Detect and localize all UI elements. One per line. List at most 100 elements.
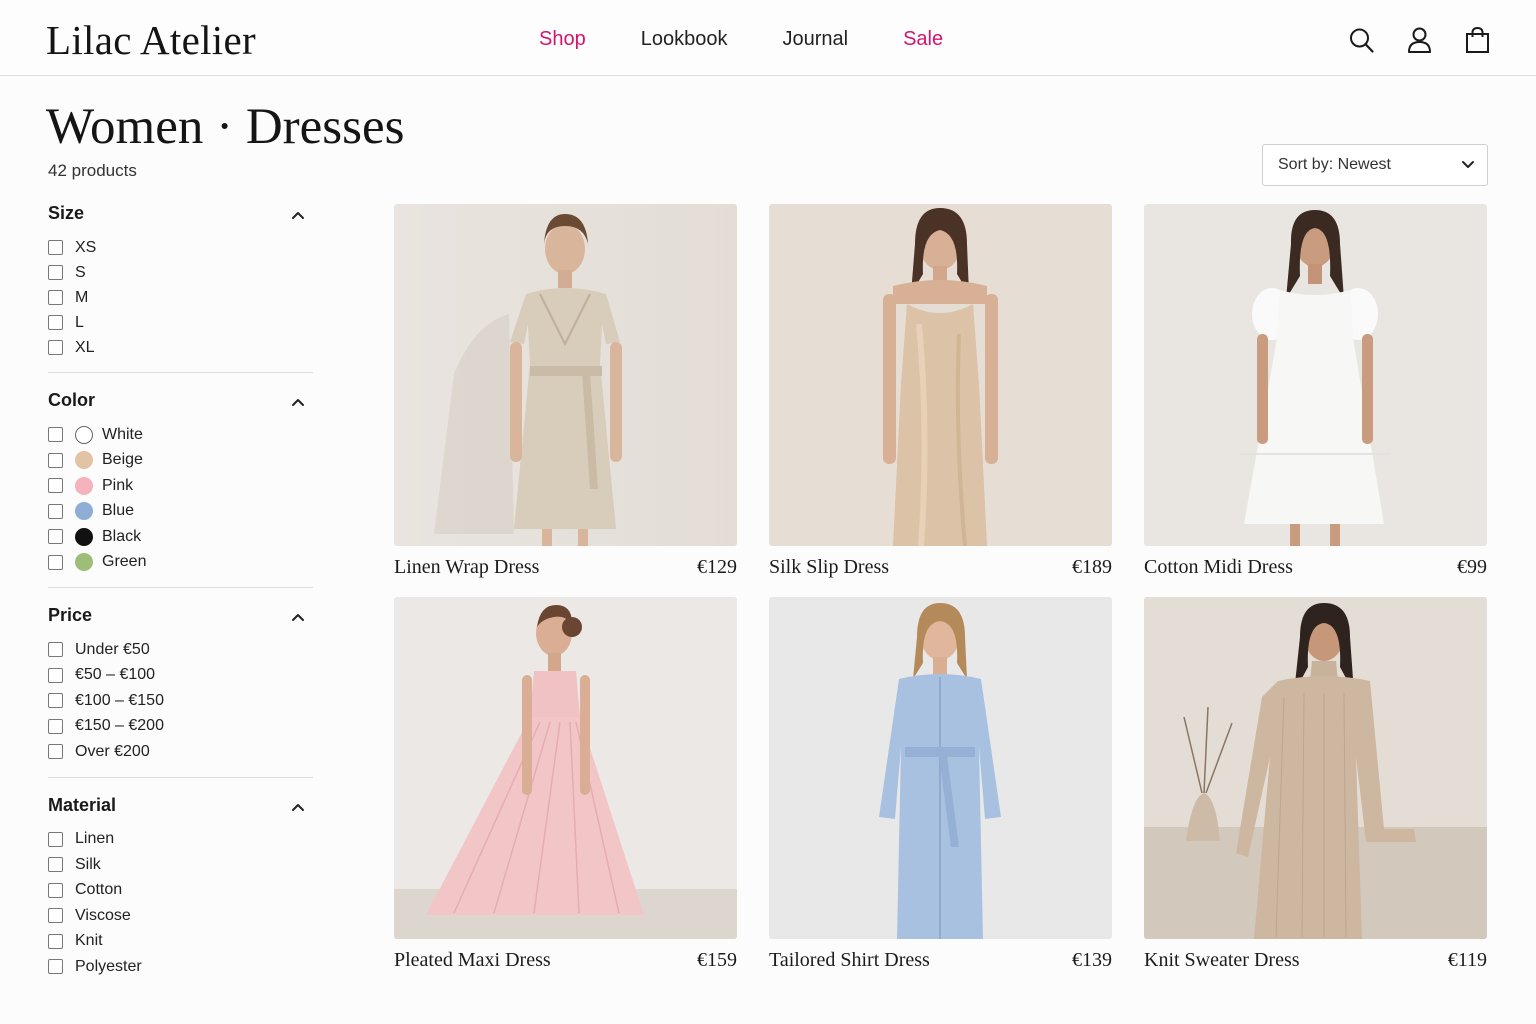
- option-label: White: [102, 425, 143, 443]
- checkbox[interactable]: [48, 478, 63, 494]
- checkbox[interactable]: [48, 642, 63, 658]
- filter-option-under-50[interactable]: Under €50: [48, 637, 313, 663]
- checkbox[interactable]: [48, 718, 63, 734]
- filter-option-xl[interactable]: XL: [48, 335, 313, 360]
- product-card[interactable]: Knit Sweater Dress €119: [1144, 597, 1487, 972]
- filter-option-silk[interactable]: Silk: [48, 852, 313, 878]
- checkbox[interactable]: [48, 265, 63, 280]
- filter-option-black[interactable]: Black: [48, 524, 313, 550]
- header-icons: [1349, 26, 1490, 54]
- product-image[interactable]: [394, 204, 737, 546]
- brand-logo[interactable]: Lilac Atelier: [46, 16, 256, 64]
- filter-header-material[interactable]: Material: [48, 795, 313, 827]
- checkbox[interactable]: [48, 427, 63, 443]
- filter-option-pink[interactable]: Pink: [48, 473, 313, 499]
- option-label: €150 – €200: [75, 717, 164, 735]
- option-label: L: [75, 313, 84, 331]
- product-card[interactable]: Cotton Midi Dress €99: [1144, 204, 1487, 579]
- nav-sale[interactable]: Sale: [903, 28, 943, 51]
- nav-journal[interactable]: Journal: [782, 28, 848, 51]
- search-icon[interactable]: [1349, 26, 1374, 54]
- filter-option-viscose[interactable]: Viscose: [48, 903, 313, 929]
- filter-option-white[interactable]: White: [48, 422, 313, 448]
- nav-lookbook[interactable]: Lookbook: [641, 28, 728, 51]
- product-card[interactable]: Tailored Shirt Dress €139: [769, 597, 1112, 972]
- product-image[interactable]: [769, 204, 1112, 546]
- checkbox[interactable]: [48, 529, 63, 545]
- shopping-bag-icon[interactable]: [1465, 26, 1490, 54]
- product-name[interactable]: Knit Sweater Dress: [1144, 949, 1300, 972]
- filter-option-50-100[interactable]: €50 – €100: [48, 663, 313, 689]
- product-name[interactable]: Silk Slip Dress: [769, 556, 889, 579]
- checkbox[interactable]: [48, 554, 63, 570]
- checkbox[interactable]: [48, 240, 63, 255]
- checkbox[interactable]: [48, 908, 63, 924]
- filter-option-cotton[interactable]: Cotton: [48, 878, 313, 904]
- checkbox[interactable]: [48, 831, 63, 847]
- checkbox[interactable]: [48, 959, 63, 975]
- filter-title: Price: [48, 605, 93, 625]
- filter-header-price[interactable]: Price: [48, 605, 313, 637]
- product-card[interactable]: Linen Wrap Dress €129: [394, 204, 737, 579]
- option-label: M: [75, 288, 89, 306]
- checkbox[interactable]: [48, 452, 63, 468]
- filter-option-polyester[interactable]: Polyester: [48, 954, 313, 980]
- checkbox[interactable]: [48, 693, 63, 709]
- product-name[interactable]: Tailored Shirt Dress: [769, 949, 930, 972]
- product-image[interactable]: [1144, 597, 1487, 939]
- color-swatch: [75, 451, 93, 470]
- product-image[interactable]: [769, 597, 1112, 939]
- filter-option-xs[interactable]: XS: [48, 235, 313, 260]
- chevron-up-icon: [292, 803, 304, 811]
- option-label: XS: [75, 238, 97, 256]
- filter-header-size[interactable]: Size: [48, 203, 313, 235]
- filter-group-color: Color White Beige Pink Blue Black Green: [48, 390, 313, 588]
- nav-shop[interactable]: Shop: [539, 28, 586, 51]
- product-name[interactable]: Pleated Maxi Dress: [394, 949, 551, 972]
- filter-header-color[interactable]: Color: [48, 390, 313, 422]
- checkbox[interactable]: [48, 503, 63, 519]
- checkbox[interactable]: [48, 340, 63, 355]
- checkbox[interactable]: [48, 667, 63, 683]
- product-meta: Tailored Shirt Dress €139: [769, 949, 1112, 972]
- product-price: €119: [1447, 949, 1487, 971]
- filter-option-beige[interactable]: Beige: [48, 448, 313, 474]
- filter-option-s[interactable]: S: [48, 260, 313, 285]
- option-label: €100 – €150: [75, 691, 164, 709]
- color-swatch: [75, 425, 93, 444]
- option-label: Beige: [102, 451, 143, 469]
- filter-option-over-200[interactable]: Over €200: [48, 739, 313, 765]
- checkbox[interactable]: [48, 315, 63, 330]
- checkbox[interactable]: [48, 744, 63, 760]
- filter-option-m[interactable]: M: [48, 285, 313, 310]
- option-label: Knit: [75, 932, 103, 950]
- product-name[interactable]: Linen Wrap Dress: [394, 556, 539, 579]
- option-label: XL: [75, 338, 95, 356]
- checkbox[interactable]: [48, 857, 63, 873]
- product-card[interactable]: Silk Slip Dress €189: [769, 204, 1112, 579]
- filter-group-size: Size XS S M L XL: [48, 203, 313, 373]
- product-price: €99: [1457, 556, 1487, 578]
- color-swatch: [75, 527, 93, 546]
- checkbox[interactable]: [48, 290, 63, 305]
- product-name[interactable]: Cotton Midi Dress: [1144, 556, 1293, 579]
- filter-option-linen[interactable]: Linen: [48, 827, 313, 853]
- option-label: Blue: [102, 502, 135, 520]
- sort-dropdown[interactable]: Sort by: Newest: [1262, 144, 1488, 186]
- filter-option-l[interactable]: L: [48, 310, 313, 335]
- filter-option-blue[interactable]: Blue: [48, 499, 313, 525]
- product-image[interactable]: [394, 597, 737, 939]
- chevron-down-icon: [1462, 161, 1474, 168]
- filter-title: Material: [48, 794, 117, 815]
- checkbox[interactable]: [48, 933, 63, 949]
- filter-option-green[interactable]: Green: [48, 550, 313, 576]
- product-card[interactable]: Pleated Maxi Dress €159: [394, 597, 737, 972]
- checkbox[interactable]: [48, 882, 63, 898]
- product-image[interactable]: [1144, 204, 1487, 546]
- filter-option-100-150[interactable]: €100 – €150: [48, 688, 313, 714]
- page-title: Women · Dresses: [46, 99, 405, 155]
- filter-option-knit[interactable]: Knit: [48, 929, 313, 955]
- filter-title: Color: [48, 390, 95, 410]
- account-icon[interactable]: [1407, 26, 1432, 54]
- filter-option-150-200[interactable]: €150 – €200: [48, 714, 313, 740]
